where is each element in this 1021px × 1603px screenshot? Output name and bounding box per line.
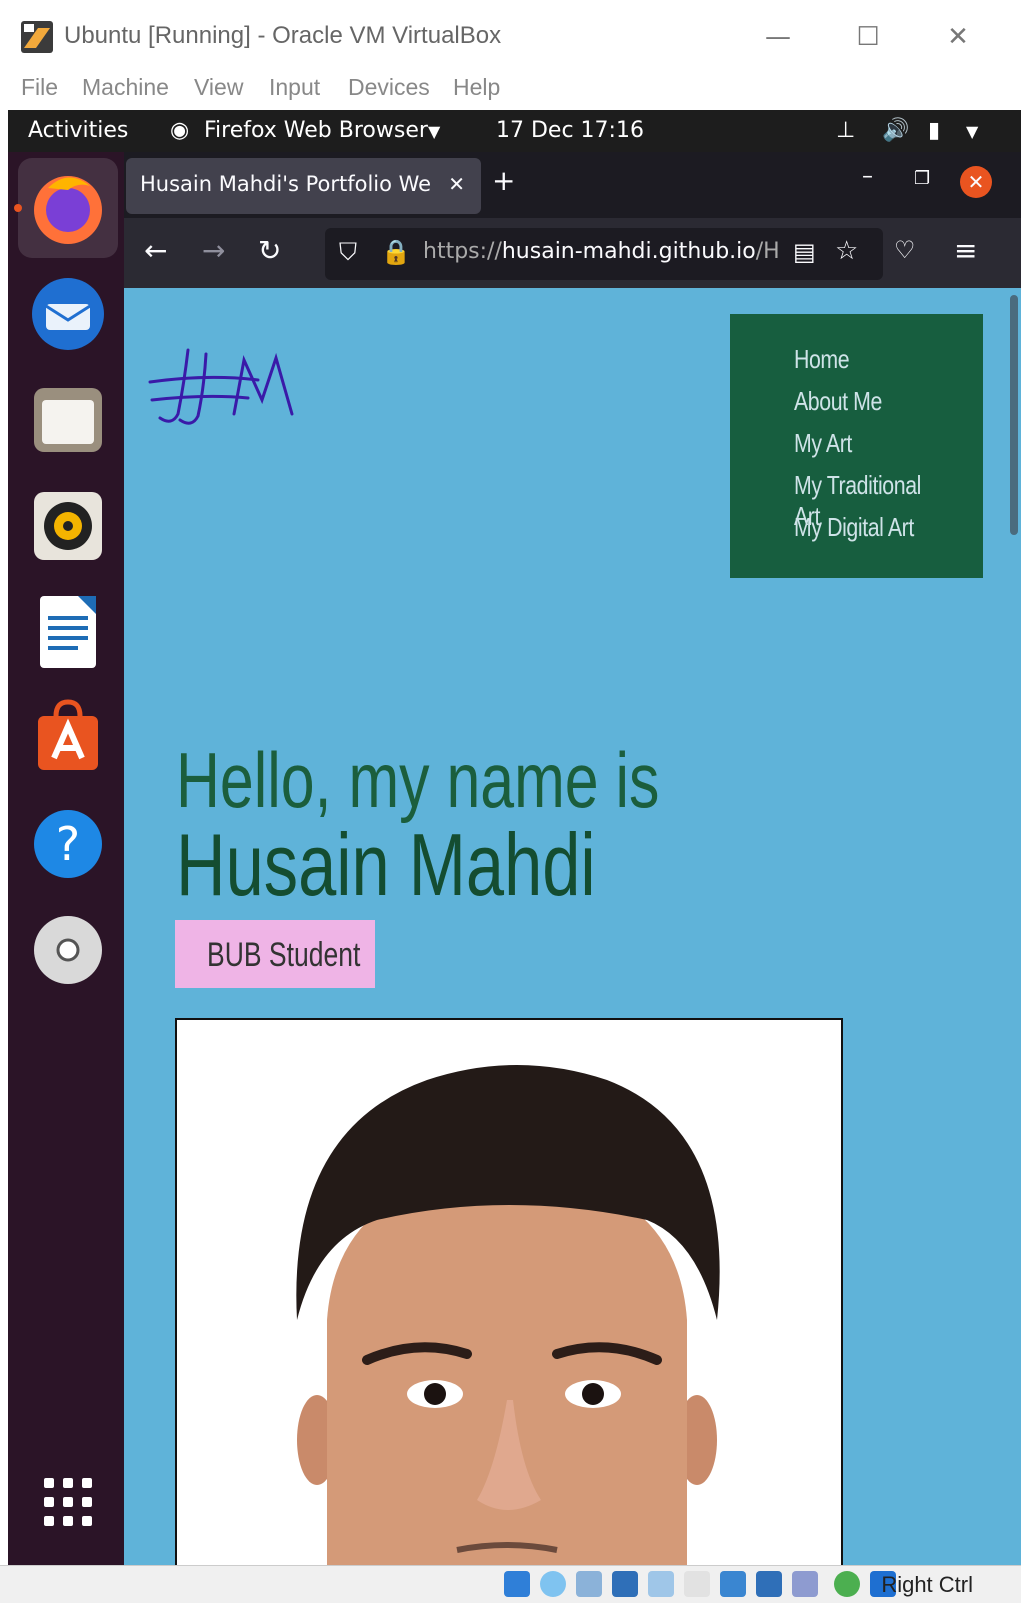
recording-icon[interactable] — [756, 1571, 782, 1597]
activities-button[interactable]: Activities — [28, 118, 128, 143]
running-indicator — [14, 204, 22, 212]
document-icon — [40, 596, 96, 668]
show-applications-button[interactable] — [18, 1452, 118, 1552]
reader-view-icon[interactable]: ▤ — [793, 238, 816, 266]
url-bar[interactable]: ⛉ 🔒 https://husain-mahdi.github.io/H ▤ ☆ — [325, 228, 883, 280]
dock-rhythmbox[interactable] — [18, 476, 118, 576]
close-button[interactable]: ✕ — [938, 22, 978, 58]
virtualbox-icon — [21, 21, 53, 53]
nav-my-digital-art[interactable]: My Digital Art — [794, 512, 914, 543]
host-key-label: Right Ctrl — [881, 1572, 973, 1597]
tab-close-icon[interactable]: ✕ — [448, 172, 465, 196]
restore-icon[interactable]: ❐ — [914, 168, 930, 189]
optical-drive-icon[interactable] — [540, 1571, 566, 1597]
system-menu-icon[interactable]: ▼ — [966, 122, 978, 141]
menu-icon[interactable]: ≡ — [954, 234, 977, 267]
guest-additions-icon[interactable] — [834, 1571, 860, 1597]
signature-logo — [148, 348, 294, 425]
menu-machine[interactable]: Machine — [82, 74, 169, 101]
firefox-app-icon: ◉ — [170, 118, 190, 143]
dvd-icon — [34, 916, 102, 984]
firefox-icon — [34, 176, 102, 244]
display-icon[interactable] — [720, 1571, 746, 1597]
lock-icon[interactable]: 🔒 — [381, 238, 411, 266]
dock-help[interactable]: ? — [18, 794, 118, 894]
site-nav: Home About Me My Art My Traditional Art … — [730, 314, 983, 578]
hard-disk-icon[interactable] — [504, 1571, 530, 1597]
minimize-button[interactable]: — — [758, 22, 798, 58]
page-title: Husain Mahdi — [176, 815, 596, 914]
network-adapter-icon[interactable] — [612, 1571, 638, 1597]
forward-button[interactable]: → — [202, 234, 225, 267]
greeting: Hello, my name is — [176, 736, 660, 824]
page-scrollbar[interactable] — [1010, 295, 1018, 535]
folder-icon — [34, 388, 102, 452]
vbox-titlebar: Ubuntu [Running] - Oracle VM VirtualBox … — [8, 8, 1021, 69]
svg-text:?: ? — [56, 817, 80, 871]
dock-firefox[interactable] — [18, 158, 118, 258]
network-icon[interactable]: ⊥ — [836, 118, 855, 143]
clock[interactable]: 17 Dec 17:16 — [496, 118, 644, 143]
dock-dvd[interactable] — [18, 900, 118, 1000]
url-host: husain-mahdi.github.io — [501, 239, 756, 264]
maximize-button[interactable]: ☐ — [848, 22, 888, 58]
dock: ? — [8, 152, 124, 1565]
vbox-statusbar: Right Ctrl — [0, 1565, 1021, 1603]
menu-help[interactable]: Help — [453, 74, 500, 101]
url-text[interactable]: https://husain-mahdi.github.io/H — [423, 239, 783, 264]
tab-title: Husain Mahdi's Portfolio We — [140, 172, 432, 196]
volume-icon[interactable]: 🔊 — [882, 118, 909, 143]
window-title: Ubuntu [Running] - Oracle VM VirtualBox — [64, 22, 502, 49]
thunderbird-icon — [32, 278, 104, 350]
dock-writer[interactable] — [18, 582, 118, 682]
minimize-icon[interactable]: – — [862, 164, 873, 189]
nav-my-art[interactable]: My Art — [794, 428, 852, 459]
url-path: /H — [755, 239, 780, 264]
speaker-icon — [34, 492, 102, 560]
status-badge: BUB Student — [175, 920, 375, 988]
tab-active[interactable]: Husain Mahdi's Portfolio We ✕ — [126, 158, 481, 214]
gnome-topbar: Activities ◉ Firefox Web Browser ▼ 17 De… — [8, 110, 1021, 152]
bookmark-star-icon[interactable]: ☆ — [835, 236, 858, 266]
help-icon: ? — [34, 810, 102, 878]
dock-thunderbird[interactable] — [18, 264, 118, 364]
nav-home[interactable]: Home — [794, 344, 850, 375]
grid-icon — [44, 1478, 92, 1526]
shopping-bag-icon — [38, 699, 98, 770]
audio-icon[interactable] — [576, 1571, 602, 1597]
shield-icon[interactable]: ⛉ — [339, 238, 357, 266]
dock-files[interactable] — [18, 370, 118, 470]
vt-x-icon[interactable] — [792, 1571, 818, 1597]
menu-view[interactable]: View — [194, 74, 243, 101]
close-window-icon[interactable]: ✕ — [960, 166, 992, 198]
reload-button[interactable]: ↻ — [258, 234, 281, 267]
pocket-icon[interactable]: ♡ — [894, 236, 916, 264]
dock-software[interactable] — [18, 688, 118, 788]
profile-photo — [175, 1018, 843, 1582]
nav-about-me[interactable]: About Me — [794, 386, 882, 417]
menu-input[interactable]: Input — [269, 74, 320, 101]
usb-icon[interactable] — [648, 1571, 674, 1597]
url-scheme: https:// — [423, 239, 502, 264]
back-button[interactable]: ← — [144, 234, 167, 267]
vbox-menubar: File Machine View Input Devices Help — [8, 68, 1021, 110]
app-menu[interactable]: Firefox Web Browser — [204, 118, 428, 143]
chevron-down-icon[interactable]: ▼ — [428, 122, 440, 141]
menu-devices[interactable]: Devices — [348, 74, 430, 101]
battery-icon[interactable]: ▮ — [928, 118, 940, 143]
new-tab-button[interactable]: + — [492, 164, 515, 197]
badge-label: BUB Student — [207, 936, 361, 974]
menu-file[interactable]: File — [21, 74, 58, 101]
shared-folders-icon[interactable] — [684, 1571, 710, 1597]
portrait-image — [177, 1020, 841, 1580]
